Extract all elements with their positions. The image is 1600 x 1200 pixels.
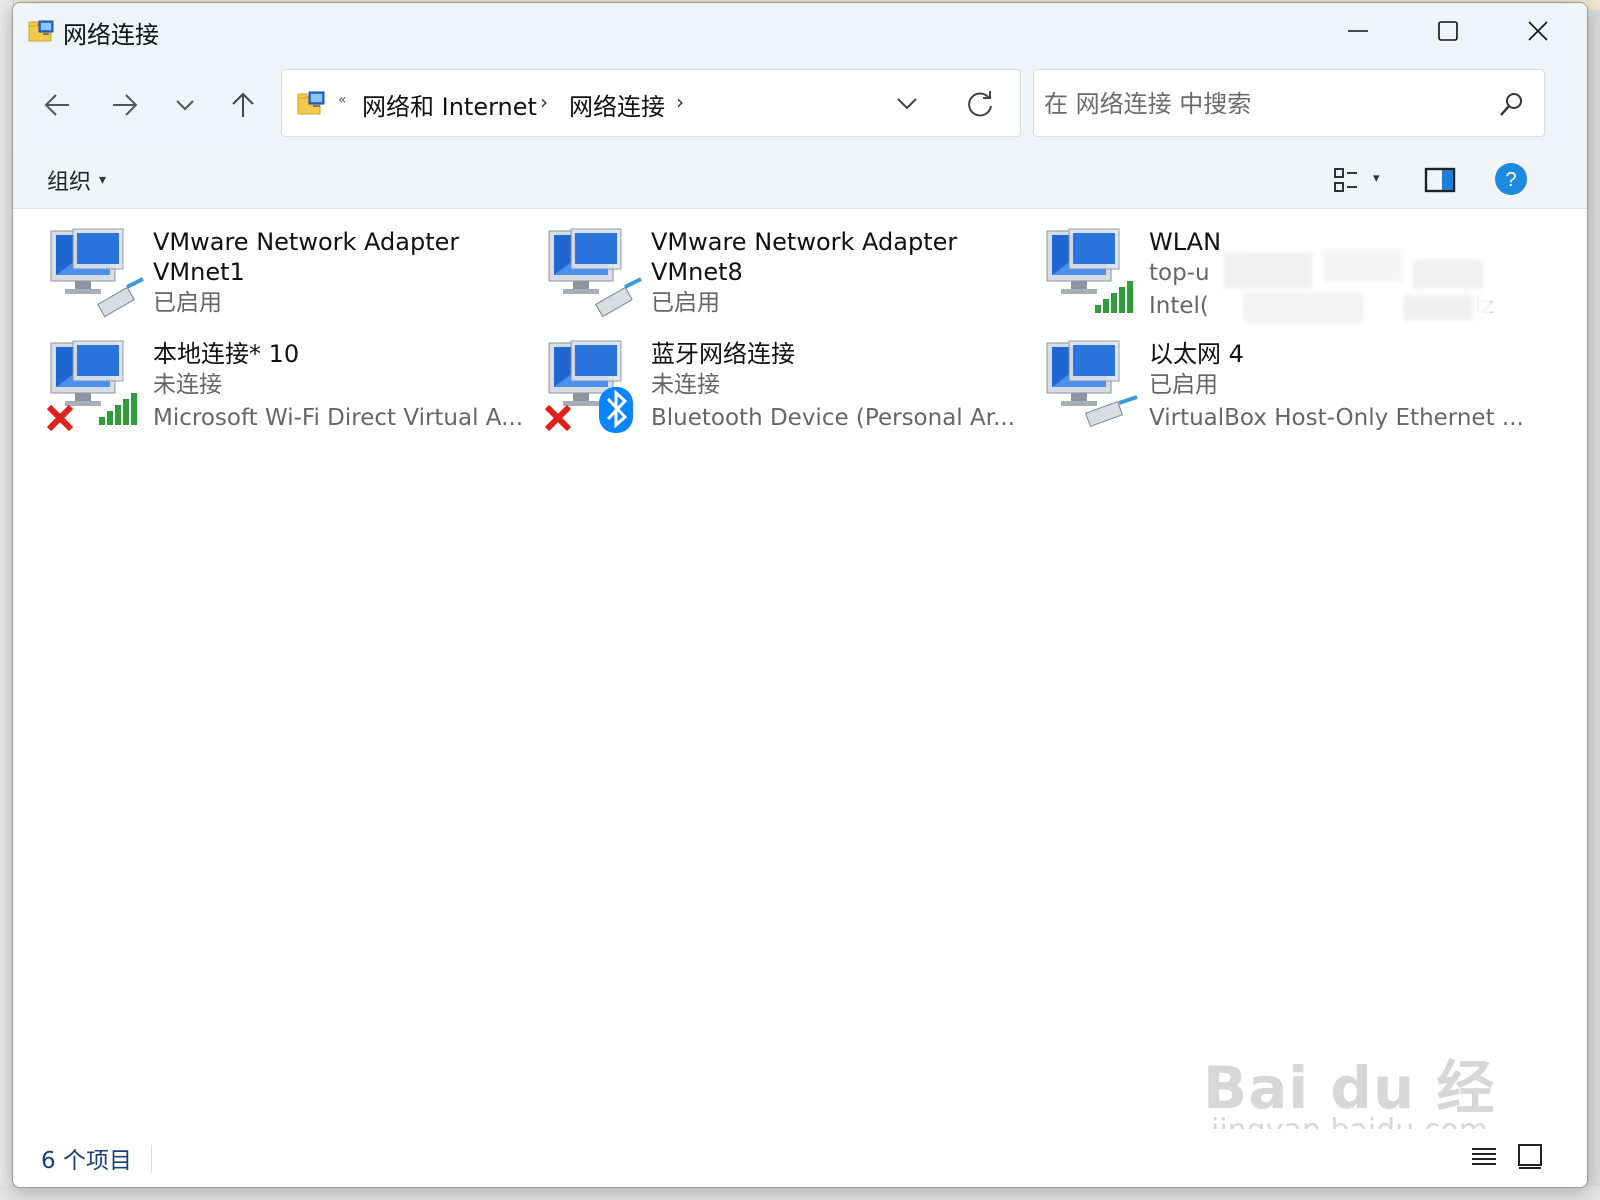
up-button[interactable] bbox=[223, 87, 263, 123]
view-options-dropdown[interactable]: ▾ bbox=[1373, 171, 1389, 187]
connection-name: VMware Network Adapter bbox=[651, 228, 958, 256]
forward-button[interactable] bbox=[105, 87, 145, 123]
breadcrumb-overflow[interactable]: « bbox=[338, 92, 347, 108]
close-button[interactable] bbox=[1493, 3, 1583, 59]
maximize-icon bbox=[1438, 21, 1458, 41]
connection-status: 已启用 bbox=[651, 290, 720, 316]
refresh-icon bbox=[968, 91, 992, 117]
network-folder-icon bbox=[297, 91, 325, 115]
connection-item-bluetooth[interactable]: 蓝牙网络连接 未连接 Bluetooth Device (Personal Ar… bbox=[545, 337, 1035, 447]
network-cable-icon bbox=[97, 277, 144, 318]
organize-menu-button[interactable]: 组织 ▾ bbox=[47, 164, 106, 196]
connection-status: 未连接 bbox=[651, 372, 720, 398]
disconnected-x-icon bbox=[545, 404, 572, 432]
back-button[interactable] bbox=[37, 87, 77, 123]
network-adapter-icon bbox=[47, 340, 137, 432]
close-icon bbox=[1528, 21, 1548, 41]
connection-item-vmnet8[interactable]: VMware Network Adapter VMnet8 已启用 bbox=[545, 225, 1035, 335]
connection-text: VMware Network Adapter VMnet8 已启用 bbox=[651, 227, 1035, 320]
explorer-window: 网络连接 « 网络和 Internet › 网络连接 › 在 网络连接 中搜索 … bbox=[12, 2, 1588, 1188]
chevron-down-icon bbox=[176, 100, 194, 111]
help-button[interactable]: ? bbox=[1493, 161, 1529, 197]
connection-name: 蓝牙网络连接 bbox=[651, 340, 795, 368]
breadcrumb-network-connections[interactable]: 网络连接 bbox=[569, 87, 665, 122]
connection-name-line2: VMnet1 bbox=[153, 258, 245, 286]
connection-name: VMware Network Adapter bbox=[153, 228, 460, 256]
connection-item-local-10[interactable]: 本地连接* 10 未连接 Microsoft Wi-Fi Direct Virt… bbox=[47, 337, 537, 447]
minimize-icon bbox=[1348, 30, 1368, 32]
organize-label: 组织 bbox=[47, 170, 92, 195]
breadcrumb-network-internet[interactable]: 网络和 Internet bbox=[362, 87, 537, 122]
connection-device: Microsoft Wi-Fi Direct Virtual A... bbox=[153, 405, 524, 431]
search-input[interactable] bbox=[1044, 84, 1484, 124]
wifi-signal-icon bbox=[99, 393, 137, 425]
disconnected-x-icon bbox=[47, 404, 74, 432]
connection-item-ethernet-4[interactable]: 以太网 4 已启用 VirtualBox Host-Only Ethernet … bbox=[1043, 337, 1533, 447]
tiles-view-icon bbox=[1518, 1144, 1542, 1169]
caret-down-icon: ▾ bbox=[99, 172, 107, 188]
search-box[interactable] bbox=[1033, 69, 1545, 137]
network-folder-icon bbox=[28, 20, 54, 42]
preview-pane-icon bbox=[1424, 167, 1456, 193]
navigation-bar: « 网络和 Internet › 网络连接 › bbox=[13, 59, 1587, 151]
breadcrumb-separator[interactable]: › bbox=[676, 90, 684, 114]
view-options-icon bbox=[1334, 168, 1357, 192]
network-adapter-icon bbox=[1046, 228, 1133, 313]
network-cable-icon bbox=[595, 277, 642, 318]
minimize-button[interactable] bbox=[1313, 3, 1403, 59]
help-icon: ? bbox=[1495, 163, 1527, 195]
item-count: 6 个项目 bbox=[41, 1148, 132, 1174]
connection-name: 本地连接* 10 bbox=[153, 340, 300, 368]
connection-text: 蓝牙网络连接 未连接 Bluetooth Device (Personal Ar… bbox=[651, 339, 1035, 435]
arrow-right-icon bbox=[113, 94, 138, 116]
wifi-signal-icon bbox=[1095, 281, 1133, 313]
bluetooth-icon bbox=[599, 387, 633, 433]
preview-pane-button[interactable] bbox=[1423, 163, 1457, 197]
privacy-blur-mask bbox=[1223, 249, 1493, 329]
arrow-up-icon bbox=[232, 92, 254, 117]
maximize-button[interactable] bbox=[1403, 3, 1493, 59]
network-adapter-icon bbox=[1046, 340, 1138, 428]
arrow-left-icon bbox=[44, 94, 69, 116]
connection-name: 以太网 4 bbox=[1149, 340, 1244, 368]
network-adapter-icon bbox=[545, 340, 633, 433]
status-divider bbox=[151, 1145, 152, 1173]
connection-device: VirtualBox Host-Only Ethernet ... bbox=[1149, 405, 1524, 431]
window-title: 网络连接 bbox=[63, 21, 159, 49]
connection-text: 以太网 4 已启用 VirtualBox Host-Only Ethernet … bbox=[1149, 339, 1533, 435]
file-list: VMware Network Adapter VMnet1 已启用 VMware… bbox=[13, 209, 1587, 1129]
change-view-button[interactable] bbox=[1329, 163, 1363, 197]
title-bar[interactable]: 网络连接 bbox=[13, 3, 1587, 59]
connection-status: 已启用 bbox=[153, 290, 222, 316]
recent-locations-button[interactable] bbox=[165, 87, 205, 123]
connection-device: Bluetooth Device (Personal Ar... bbox=[651, 405, 1016, 431]
chevron-down-icon bbox=[897, 98, 917, 110]
details-view-button[interactable] bbox=[1469, 1141, 1499, 1171]
connection-item-vmnet1[interactable]: VMware Network Adapter VMnet1 已启用 bbox=[47, 225, 537, 335]
connection-name-line2: VMnet8 bbox=[651, 258, 743, 286]
details-view-icon bbox=[1472, 1148, 1496, 1165]
network-adapter-icon bbox=[548, 228, 642, 318]
address-bar[interactable]: « 网络和 Internet › 网络连接 › bbox=[281, 69, 1021, 137]
address-history-button[interactable] bbox=[892, 88, 922, 118]
connection-status: 已启用 bbox=[1149, 372, 1218, 398]
breadcrumb-separator[interactable]: › bbox=[540, 90, 548, 114]
status-bar: 6 个项目 bbox=[13, 1129, 1587, 1187]
tiles-view-button[interactable] bbox=[1515, 1141, 1545, 1171]
connection-text: 本地连接* 10 未连接 Microsoft Wi-Fi Direct Virt… bbox=[153, 339, 537, 435]
svg-text:?: ? bbox=[1505, 169, 1516, 191]
connection-text: VMware Network Adapter VMnet1 已启用 bbox=[153, 227, 537, 320]
connection-device-start: Intel( bbox=[1149, 293, 1209, 319]
background-window-bottom bbox=[0, 1186, 1600, 1200]
search-icon bbox=[1500, 93, 1522, 116]
command-bar: 组织 ▾ ▾ ? bbox=[13, 151, 1587, 209]
refresh-button[interactable] bbox=[962, 86, 998, 122]
network-adapter-icon bbox=[50, 228, 144, 318]
connection-status: 未连接 bbox=[153, 372, 222, 398]
